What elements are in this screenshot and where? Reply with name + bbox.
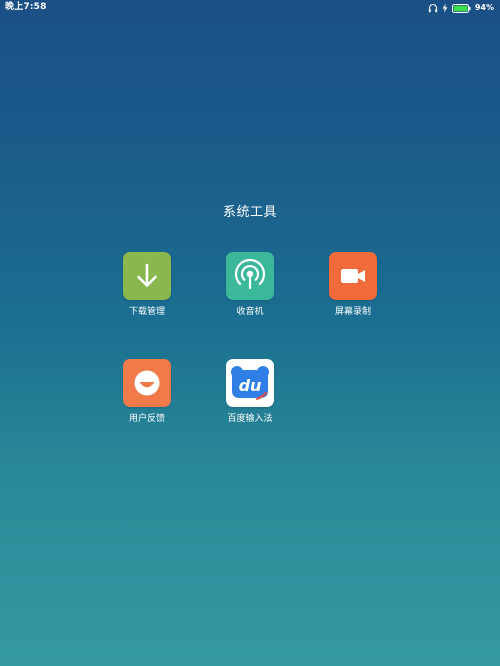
app-label: 收音机 <box>236 307 264 317</box>
app-label: 用户反馈 <box>128 414 165 424</box>
video-camera-icon <box>329 252 377 300</box>
smiley-icon <box>123 359 171 407</box>
baidu-du-icon: du <box>226 359 274 407</box>
folder-title: 系统工具 <box>222 205 277 220</box>
app-download-manager[interactable]: 下载管理 <box>107 252 187 318</box>
download-arrow-icon <box>123 252 171 300</box>
headphones-icon <box>428 3 438 13</box>
battery-percent: 94% <box>474 3 494 12</box>
app-radio[interactable]: 收音机 <box>210 252 290 318</box>
app-baidu-input[interactable]: du 百度输入法 <box>210 359 290 425</box>
baidu-du-text: du <box>239 376 262 395</box>
charging-bolt-icon <box>442 3 448 13</box>
app-user-feedback[interactable]: 用户反馈 <box>107 359 187 425</box>
app-label: 百度输入法 <box>227 414 273 424</box>
status-time: 晚上7:58 <box>5 2 47 12</box>
app-screen-recorder[interactable]: 屏幕录制 <box>313 252 393 318</box>
status-bar: 晚上7:58 94% <box>0 0 500 16</box>
status-icons: 94% <box>428 2 494 14</box>
app-label: 屏幕录制 <box>334 307 371 317</box>
battery-icon <box>451 3 471 13</box>
app-label: 下载管理 <box>128 307 165 317</box>
radio-signal-icon <box>226 252 274 300</box>
